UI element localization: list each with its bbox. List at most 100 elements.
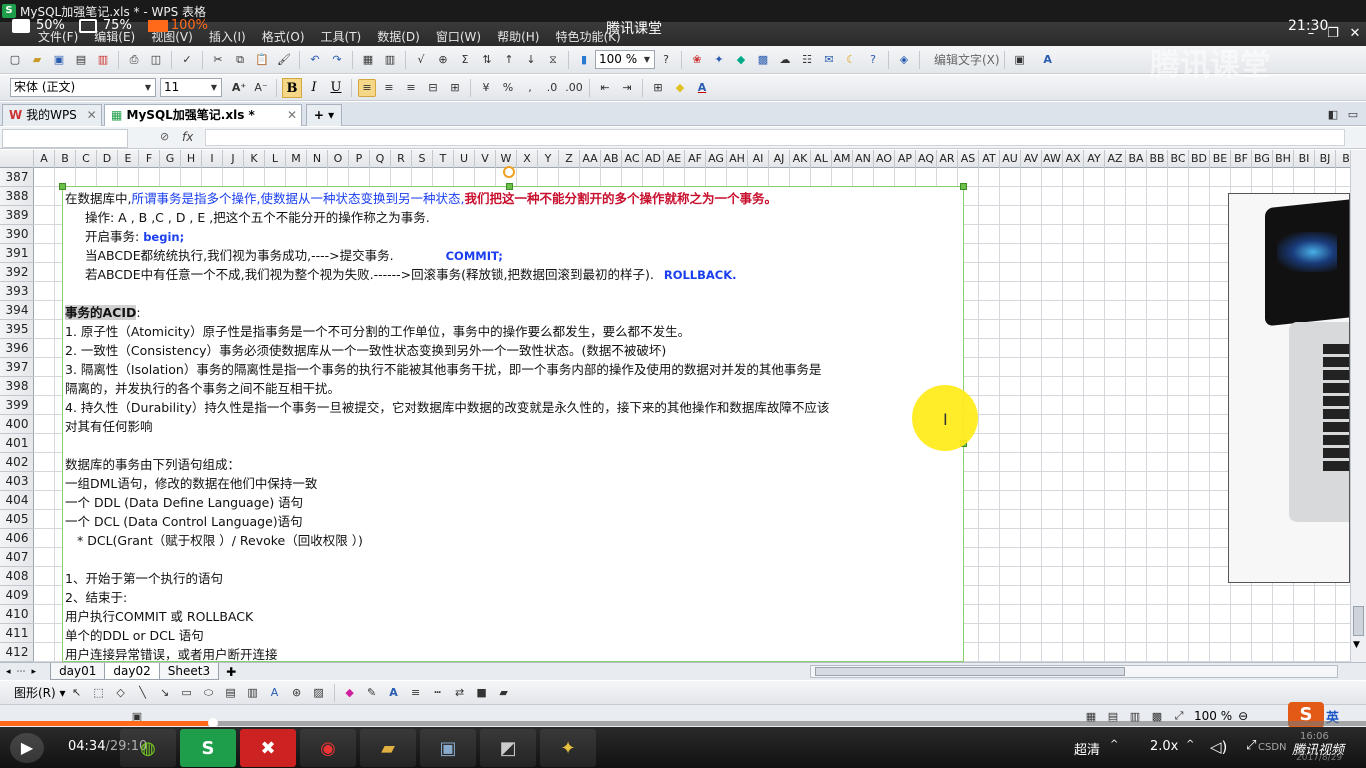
scroll-thumb[interactable] xyxy=(1353,606,1364,636)
row-header[interactable]: 387 xyxy=(0,168,34,187)
column-header[interactable]: H xyxy=(181,150,202,168)
play-icon[interactable]: ▶ xyxy=(10,733,44,763)
column-header[interactable]: AE xyxy=(664,150,685,168)
align-right-icon[interactable]: ≡ xyxy=(402,79,420,97)
last-sheet-icon[interactable]: ▸ xyxy=(32,667,37,677)
cut-icon[interactable]: ✂ xyxy=(209,51,227,69)
column-header[interactable]: U xyxy=(454,150,475,168)
ellipse-icon[interactable]: ⬭ xyxy=(200,684,218,702)
column-header[interactable]: AX xyxy=(1063,150,1084,168)
zoom-select[interactable]: 100 % ▼ xyxy=(595,50,655,69)
menu-format[interactable]: 格式(O) xyxy=(254,28,313,45)
column-header[interactable]: AN xyxy=(853,150,874,168)
scroll-thumb[interactable] xyxy=(815,667,1125,676)
column-header[interactable]: R xyxy=(391,150,412,168)
decrease-indent-icon[interactable]: ⇤ xyxy=(596,79,614,97)
autosum-icon[interactable]: Σ xyxy=(456,51,474,69)
thousands-icon[interactable]: , xyxy=(521,79,539,97)
arrow-style-icon[interactable]: ⇄ xyxy=(451,684,469,702)
row-header[interactable]: 405 xyxy=(0,510,34,529)
menu-edit[interactable]: 编辑(E) xyxy=(86,28,143,45)
sort-filter-icon[interactable]: ⇅ xyxy=(478,51,496,69)
spell-check-icon[interactable]: ✓ xyxy=(178,51,196,69)
column-header[interactable]: BH xyxy=(1273,150,1294,168)
row-header[interactable]: 390 xyxy=(0,225,34,244)
row-header[interactable]: 393 xyxy=(0,282,34,301)
row-header[interactable]: 410 xyxy=(0,605,34,624)
tab-mysql-notes[interactable]: ▦ MySQL加强笔记.xls * ✕ xyxy=(104,104,302,126)
column-header[interactable]: Z xyxy=(559,150,580,168)
arrow-icon[interactable]: ↘ xyxy=(156,684,174,702)
align-center-icon[interactable]: ≡ xyxy=(380,79,398,97)
sheet-tab-day02[interactable]: day02 xyxy=(104,663,160,680)
line-style-icon[interactable]: ≡ xyxy=(407,684,425,702)
row-header[interactable]: 391 xyxy=(0,244,34,263)
column-header[interactable]: BI xyxy=(1294,150,1315,168)
column-header[interactable]: BF xyxy=(1231,150,1252,168)
help-icon[interactable]: ? xyxy=(864,51,882,69)
column-header[interactable]: G xyxy=(160,150,181,168)
menu-help[interactable]: 帮助(H) xyxy=(489,28,547,45)
menu-window[interactable]: 窗口(W) xyxy=(428,28,489,45)
row-header[interactable]: 392 xyxy=(0,263,34,282)
line-color-icon[interactable]: ✎ xyxy=(363,684,381,702)
3d-style-icon[interactable]: ▰ xyxy=(495,684,513,702)
diagram-icon[interactable]: ⊛ xyxy=(288,684,306,702)
row-header[interactable]: 408 xyxy=(0,567,34,586)
app-remote-icon[interactable]: ▣ xyxy=(420,729,476,767)
underline-button[interactable]: U xyxy=(326,78,346,98)
column-header[interactable]: AD xyxy=(643,150,664,168)
column-header[interactable]: C xyxy=(76,150,97,168)
column-header[interactable]: AZ xyxy=(1105,150,1126,168)
column-header[interactable]: S xyxy=(412,150,433,168)
font-name-select[interactable]: 宋体 (正文) ▼ xyxy=(10,78,156,97)
new-tab-button[interactable]: + ▾ xyxy=(306,104,342,126)
sticker-icon[interactable]: ❀ xyxy=(688,51,706,69)
app-chrome-icon[interactable]: ◉ xyxy=(300,729,356,767)
close-icon[interactable]: ✕ xyxy=(87,108,97,122)
minimize-icon[interactable]: – xyxy=(1300,24,1322,44)
column-header[interactable]: AO xyxy=(874,150,895,168)
row-header[interactable]: 398 xyxy=(0,377,34,396)
row-header[interactable]: 404 xyxy=(0,491,34,510)
row-header[interactable]: 389 xyxy=(0,206,34,225)
export-pdf-icon[interactable]: ▥ xyxy=(94,51,112,69)
sort-ascending-icon[interactable]: ↑ xyxy=(500,51,518,69)
column-header[interactable]: O xyxy=(328,150,349,168)
column-header[interactable]: E xyxy=(118,150,139,168)
find-icon[interactable]: ⊕ xyxy=(434,51,452,69)
row-header[interactable]: 399 xyxy=(0,396,34,415)
edit-text-button[interactable]: 编辑文字(X) xyxy=(934,51,1000,68)
backup-icon[interactable]: ☁ xyxy=(776,51,794,69)
quality-select[interactable]: 超清 xyxy=(1074,739,1100,758)
resize-handle[interactable] xyxy=(960,183,967,190)
column-header[interactable]: BC xyxy=(1168,150,1189,168)
shrink-font-icon[interactable]: A⁻ xyxy=(252,79,270,97)
more-tools-icon[interactable]: ◈ xyxy=(895,51,913,69)
note-textbox[interactable]: 在数据库中,所谓事务是指多个操作,使数据从一种状态变换到另一种状态,我们把这一种… xyxy=(62,186,964,662)
column-header[interactable]: AF xyxy=(685,150,706,168)
formula-input[interactable] xyxy=(205,129,1345,146)
font-color-icon[interactable]: A xyxy=(693,79,711,97)
undo-icon[interactable]: ↶ xyxy=(306,51,324,69)
merge-center-icon[interactable]: ⊞ xyxy=(446,79,464,97)
column-header[interactable]: AS xyxy=(958,150,979,168)
app-explorer-icon[interactable]: ▰ xyxy=(360,729,416,767)
select-pointer-icon[interactable]: ↖ xyxy=(68,684,86,702)
filter-icon[interactable]: ⧖ xyxy=(544,51,562,69)
column-header[interactable]: V xyxy=(475,150,496,168)
tab-menu-icon[interactable]: ◧ xyxy=(1324,105,1342,123)
app-notepad-icon[interactable]: ◩ xyxy=(480,729,536,767)
review-icon[interactable]: ☷ xyxy=(798,51,816,69)
row-header[interactable]: 411 xyxy=(0,624,34,643)
row-header[interactable]: 395 xyxy=(0,320,34,339)
resize-handle[interactable] xyxy=(59,183,66,190)
vertical-scrollbar[interactable]: ▼ xyxy=(1350,150,1366,662)
picture-icon[interactable]: ▨ xyxy=(310,684,328,702)
app-xmind-icon[interactable]: ✖ xyxy=(240,729,296,767)
line-icon[interactable]: ╲ xyxy=(134,684,152,702)
increase-indent-icon[interactable]: ⇥ xyxy=(618,79,636,97)
fill-color-icon[interactable]: ◆ xyxy=(671,79,689,97)
column-header[interactable]: BD xyxy=(1189,150,1210,168)
menu-insert[interactable]: 插入(I) xyxy=(201,28,254,45)
